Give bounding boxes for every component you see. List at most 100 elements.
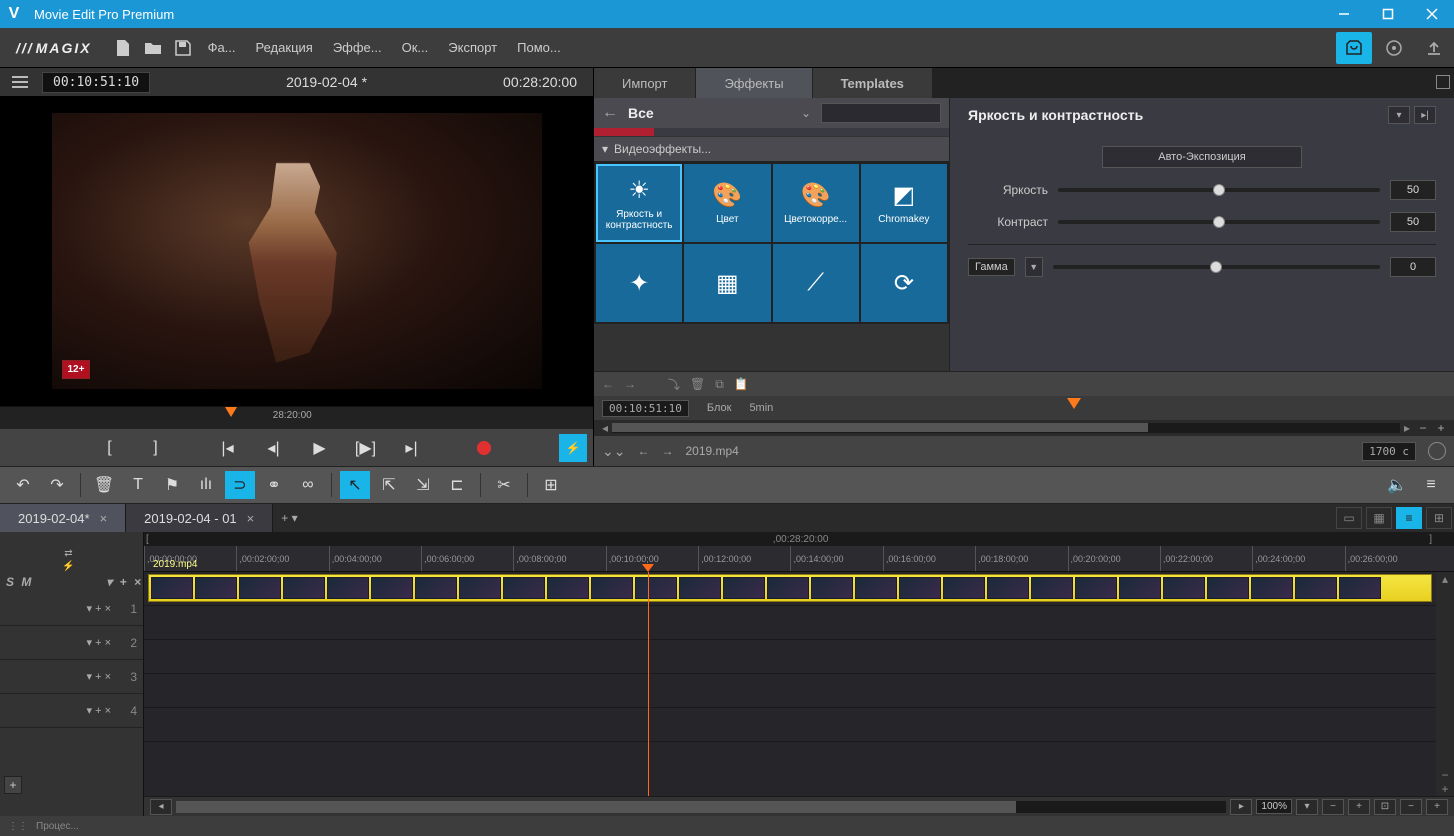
track-head-1[interactable]: ▾ + ×1	[0, 592, 143, 626]
disc-icon[interactable]	[1376, 32, 1412, 64]
save-icon[interactable]	[168, 28, 198, 68]
effect-color[interactable]: 🎨 Цвет	[684, 164, 770, 242]
effect-tile-5[interactable]: ✦	[596, 244, 682, 322]
zoom-dd-icon[interactable]: ▾	[1296, 799, 1318, 815]
track-head-4[interactable]: ▾ + ×4	[0, 694, 143, 728]
play-button[interactable]: ▶	[303, 434, 337, 462]
scrub-marker-icon[interactable]	[225, 407, 237, 417]
audio-button[interactable]: ılı	[191, 471, 221, 499]
record-button[interactable]	[467, 434, 501, 462]
menu-window[interactable]: Ок...	[392, 28, 439, 68]
view-single-icon[interactable]: ▭	[1336, 507, 1362, 529]
add-tab-button[interactable]: + ▾	[273, 511, 305, 525]
effect-color-correction[interactable]: 🎨 Цветокорре...	[773, 164, 859, 242]
add-track-button[interactable]: +	[4, 776, 22, 794]
go-start-button[interactable]: |◂	[211, 434, 245, 462]
track-5[interactable]	[144, 708, 1454, 742]
strip-timecode[interactable]: 00:10:51:10	[602, 400, 689, 417]
close-tab-icon[interactable]: ×	[100, 511, 108, 526]
time-ruler[interactable]: ,00:00:00;00,00:02:00;00,00:04:00;00,00:…	[144, 546, 1454, 572]
track-4[interactable]	[144, 674, 1454, 708]
menu-edit[interactable]: Редакция	[246, 28, 323, 68]
ruler-top[interactable]: [ ,00:28:20:00 ]	[144, 532, 1454, 546]
timeline-tab-0[interactable]: 2019-02-04* ×	[0, 504, 126, 532]
file-back-icon[interactable]: ←	[637, 444, 649, 458]
tab-templates[interactable]: Templates	[813, 68, 933, 98]
zoom-out-btn[interactable]: −	[1322, 799, 1344, 815]
track-2[interactable]	[144, 606, 1454, 640]
menu-export[interactable]: Экспорт	[438, 28, 507, 68]
strip-marker-icon[interactable]	[1067, 398, 1081, 409]
zoom-in-btn[interactable]: +	[1348, 799, 1370, 815]
menu-file[interactable]: Фа...	[198, 28, 246, 68]
fit-btn[interactable]: ⊡	[1374, 799, 1396, 815]
pointer-tool[interactable]: ↖	[340, 471, 370, 499]
mark-in-button[interactable]: [	[93, 434, 127, 462]
proxy-toggle[interactable]: ⚡	[559, 434, 587, 462]
gamma-dropdown-icon[interactable]: ▼	[1025, 257, 1043, 277]
collapse-icon[interactable]: ▾	[602, 142, 608, 156]
v-plus-icon[interactable]: +	[1426, 799, 1448, 815]
playhead[interactable]	[648, 572, 649, 796]
view-storyboard-icon[interactable]: ⊞	[1426, 507, 1452, 529]
mark-out-button[interactable]: ]	[139, 434, 173, 462]
section-video-effects[interactable]: ▾ Видеоэффекты...	[594, 136, 949, 162]
clip-2019[interactable]: 2019.mp4	[148, 574, 1432, 602]
collapse-down-icon[interactable]: ⌄⌄	[602, 443, 625, 460]
track-opts-icon[interactable]: ▾ + ×	[106, 575, 143, 589]
v-scroll[interactable]: ▴ −+	[1436, 572, 1454, 796]
menu-effects[interactable]: Эффе...	[323, 28, 392, 68]
nav-copy-icon[interactable]: ⧉	[715, 377, 724, 392]
next-frame-button[interactable]: [▶]	[349, 434, 383, 462]
mixer-icon[interactable]: ≡	[1416, 471, 1446, 499]
effect-chromakey[interactable]: ◩ Chromakey	[861, 164, 947, 242]
group-tool[interactable]: ⊞	[536, 471, 566, 499]
maximize-button[interactable]	[1366, 0, 1410, 28]
brightness-slider[interactable]	[1058, 188, 1380, 192]
trim-tool[interactable]: ⊏	[442, 471, 472, 499]
undo-button[interactable]: ↶	[8, 471, 38, 499]
brightness-value[interactable]: 50	[1390, 180, 1436, 200]
effect-tile-6[interactable]: ▦	[684, 244, 770, 322]
store-icon[interactable]	[1336, 32, 1372, 64]
close-button[interactable]	[1410, 0, 1454, 28]
link-button[interactable]: ⚭	[259, 471, 289, 499]
minimize-button[interactable]	[1322, 0, 1366, 28]
category-all[interactable]: Все	[628, 105, 791, 121]
view-grid-icon[interactable]: ▦	[1366, 507, 1392, 529]
preview-menu-icon[interactable]	[8, 76, 32, 88]
snap-button[interactable]: ⊃	[225, 471, 255, 499]
contrast-value[interactable]: 50	[1390, 212, 1436, 232]
gamma-select[interactable]: Гамма	[968, 258, 1015, 276]
nav-fwd-icon[interactable]: →	[624, 377, 636, 391]
marker-button[interactable]: ⚑	[157, 471, 187, 499]
effects-search-input[interactable]	[821, 103, 941, 123]
effect-tile-7[interactable]: ⟋	[773, 244, 859, 322]
chevron-down-icon[interactable]: ⌄	[801, 106, 811, 120]
auto-exposure-button[interactable]: Авто-Экспозиция	[1102, 146, 1302, 168]
view-list-icon[interactable]: ≡	[1396, 507, 1422, 529]
back-icon[interactable]: ←	[602, 104, 618, 122]
float-panel-icon[interactable]	[1436, 75, 1450, 89]
new-file-icon[interactable]	[108, 28, 138, 68]
track-head-2[interactable]: ▾ + ×2	[0, 626, 143, 660]
zoom-in-icon[interactable]: +	[1432, 421, 1450, 435]
current-timecode[interactable]: 00:10:51:10	[42, 72, 150, 93]
clock-icon[interactable]	[1428, 442, 1446, 460]
prev-frame-button[interactable]: ◂|	[257, 434, 291, 462]
chain-button[interactable]: ∞	[293, 471, 323, 499]
gamma-slider[interactable]	[1053, 265, 1380, 269]
track-head-3[interactable]: ▾ + ×3	[0, 660, 143, 694]
gamma-value[interactable]: 0	[1390, 257, 1436, 277]
redo-button[interactable]: ↷	[42, 471, 72, 499]
tracks-area[interactable]: 2019.mp4	[144, 572, 1454, 796]
menu-help[interactable]: Помо...	[507, 28, 571, 68]
preview-viewport[interactable]: 12+	[0, 96, 593, 406]
swap-icon[interactable]: ⇄	[64, 548, 72, 559]
close-tab-icon[interactable]: ×	[247, 511, 255, 526]
bolt-mini-icon[interactable]: ⚡	[62, 561, 74, 572]
nav-down-icon[interactable]: ⤵	[668, 376, 680, 393]
zoom-out-icon[interactable]: −	[1414, 421, 1432, 435]
file-fwd-icon[interactable]: →	[661, 444, 673, 458]
delete-button[interactable]: 🗑	[89, 471, 119, 499]
